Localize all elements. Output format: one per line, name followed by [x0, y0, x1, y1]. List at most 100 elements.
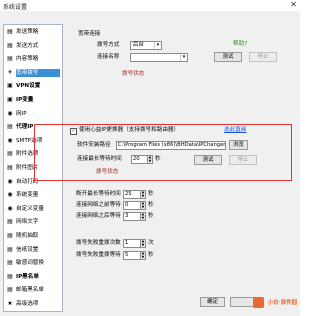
nav-item-icon: ▣ — [7, 96, 13, 103]
nav-item[interactable]: ◉ 自定义变量 — [4, 204, 62, 214]
retry-unit: 次 — [148, 240, 154, 246]
nav-item[interactable]: ▤ 邮箱黑名单 — [4, 285, 62, 295]
nav-item-label: 敏感词替换 — [16, 260, 44, 267]
nav-item[interactable]: ▤ 网络文字 — [4, 217, 62, 227]
nav-item-icon: ▤ — [7, 164, 13, 171]
nav-item-icon: ▤ — [7, 123, 13, 131]
nav-item-label: 发送策略 — [16, 29, 39, 35]
retry-input[interactable]: 1 — [123, 239, 141, 248]
install-path-label: 软件安装路径 — [77, 142, 111, 148]
timing-stepper[interactable]: ▲ ▼ — [140, 201, 146, 210]
timing-unit: 秒 — [148, 202, 154, 208]
timing-stepper[interactable]: ▲ ▼ — [140, 190, 146, 199]
nav-item-label: 信纸设置 — [16, 246, 39, 253]
broadband-test-button[interactable]: 测试 — [214, 52, 242, 62]
nav-item[interactable]: ◉ 系统变量 — [4, 190, 62, 200]
ip-changer-test-button[interactable]: 测试 — [194, 155, 222, 165]
nav-item[interactable]: ▤ IP黑名单 — [4, 272, 62, 282]
ok-button[interactable]: 确定 — [200, 297, 225, 307]
broadband-stop-button[interactable]: 停止 — [249, 52, 277, 62]
broadband-status: 拨号状态 — [122, 71, 145, 77]
nav-item-icon: ▤ — [7, 150, 13, 158]
retry-label: 拨号失败重拨次数 — [76, 240, 121, 246]
nav-item-icon: ✈ — [7, 68, 13, 76]
timing-label: 断开最长等待时间 — [76, 191, 121, 197]
timing-unit: 秒 — [148, 191, 154, 197]
chevron-down-icon: ▾ — [180, 54, 187, 61]
dial-mode-select[interactable]: 后台 ▾ — [130, 41, 162, 50]
connect-wait-input[interactable]: 20 — [131, 155, 148, 164]
browse-button[interactable]: 浏览 — [229, 140, 248, 150]
help-link[interactable]: 帮助? — [233, 41, 247, 48]
nav-item-label: 内容策略 — [16, 56, 39, 63]
nav-item-icon: ◉ — [7, 191, 13, 199]
retry-stepper[interactable]: ▲ ▼ — [140, 251, 146, 260]
connect-wait-label: 连接最长等待时间 — [77, 156, 122, 162]
use-ip-changer-checkbox[interactable]: ✓ — [70, 128, 77, 135]
nav-item-icon: ▣ — [7, 82, 13, 90]
timing-label: 连接网络之后等待 — [76, 213, 121, 219]
nav-item[interactable]: ▤ 随机抽取 — [4, 231, 62, 241]
connection-name-select[interactable]: ▾ — [130, 53, 188, 62]
retry-unit: 秒 — [148, 252, 154, 258]
nav-item-icon: ◉ — [7, 204, 13, 212]
timing-input[interactable]: 0 — [123, 201, 141, 210]
nav-item-label: 邮箱黑名单 — [16, 287, 44, 294]
use-ip-changer-label: 使用心益IP更换器（支持拨号和路由器） — [79, 127, 180, 133]
connect-wait-stepper[interactable]: ▲ ▼ — [147, 155, 153, 164]
nav-item[interactable]: ▤ 信纸设置 — [4, 245, 62, 255]
window-title: 系统设置 — [3, 4, 28, 11]
nav-item[interactable]: ▣ VPN设置 — [4, 81, 62, 91]
nav-item-icon: ★ — [7, 300, 13, 307]
nav-item-icon: ▤ — [7, 259, 13, 267]
nav-item-icon: ▤ — [7, 245, 13, 253]
close-icon[interactable]: ✕ — [290, 0, 297, 10]
nav-item[interactable]: ▤ 内容策略 — [4, 54, 62, 64]
nav-item-label: 自定义变量 — [16, 205, 44, 212]
connection-name-label: 连接名称 — [97, 54, 120, 60]
timing-input[interactable]: 3 — [123, 212, 141, 221]
install-path-input[interactable]: C:\Program Files (x86)\BHData\IPChanger — [116, 141, 226, 150]
retry-input[interactable]: 5 — [123, 251, 141, 260]
dial-mode-value: 后台 — [133, 42, 144, 48]
nav-item-icon: ▤ — [7, 41, 13, 49]
broadband-group-title: 宽带连接 — [78, 31, 101, 37]
ip-changer-download-link[interactable]: 选此直阅 — [224, 127, 246, 134]
nav-item[interactable]: ◉ 网IP — [4, 109, 62, 119]
ip-changer-status: 拨号状态 — [96, 169, 119, 175]
nav-item[interactable]: ★ 高级选项 — [4, 299, 62, 309]
nav-item-label: 网络文字 — [16, 219, 39, 226]
nav-item[interactable]: ▤ 发送策略 — [4, 27, 62, 37]
timing-stepper[interactable]: ▲ ▼ — [140, 212, 146, 221]
nav-item-label: 随机抽取 — [16, 233, 39, 239]
timing-input[interactable]: 25 — [123, 190, 141, 199]
nav-item-label: VPN设置 — [16, 83, 41, 90]
nav-item-icon: ◉ — [7, 136, 13, 144]
ip-changer-stop-button[interactable]: 停止 — [229, 155, 257, 165]
watermark-text: 小白·软件园 — [268, 300, 298, 306]
title-bar: 系统设置 ✕ — [0, 0, 300, 11]
chevron-down-icon: ▾ — [154, 42, 161, 49]
nav-item-icon: ◉ — [7, 109, 13, 117]
timing-unit: 秒 — [148, 213, 154, 219]
nav-item-icon: ◉ — [7, 177, 13, 185]
retry-stepper[interactable]: ▲ ▼ — [140, 239, 146, 248]
nav-item[interactable]: ✈ 宽带拨号 — [4, 68, 62, 78]
nav-item-icon: ▤ — [7, 55, 13, 63]
retry-label: 拨号失败重拨等待 — [76, 252, 121, 258]
nav-item-icon: ▤ — [7, 272, 13, 280]
nav-item[interactable]: ▤ 发送方式 — [4, 41, 62, 51]
nav-item[interactable]: ▣ IP变量 — [4, 95, 62, 105]
nav-item-icon: ▤ — [7, 286, 13, 294]
nav-item-label: IP变量 — [16, 97, 34, 103]
nav-item-label: 系统变量 — [16, 192, 39, 199]
nav-item-label: 发送方式 — [16, 42, 39, 49]
connect-wait-unit: 秒 — [155, 156, 161, 162]
timing-label: 连接网络之前等待 — [76, 202, 121, 208]
watermark-logo — [253, 297, 264, 308]
nav-item-icon: ▤ — [7, 232, 13, 239]
dial-mode-label: 拨号方式 — [97, 42, 120, 48]
nav-item-icon: ▤ — [7, 28, 13, 35]
nav-item[interactable]: ▤ 敏感词替换 — [4, 258, 62, 268]
nav-item-label: 高级选项 — [16, 301, 39, 307]
